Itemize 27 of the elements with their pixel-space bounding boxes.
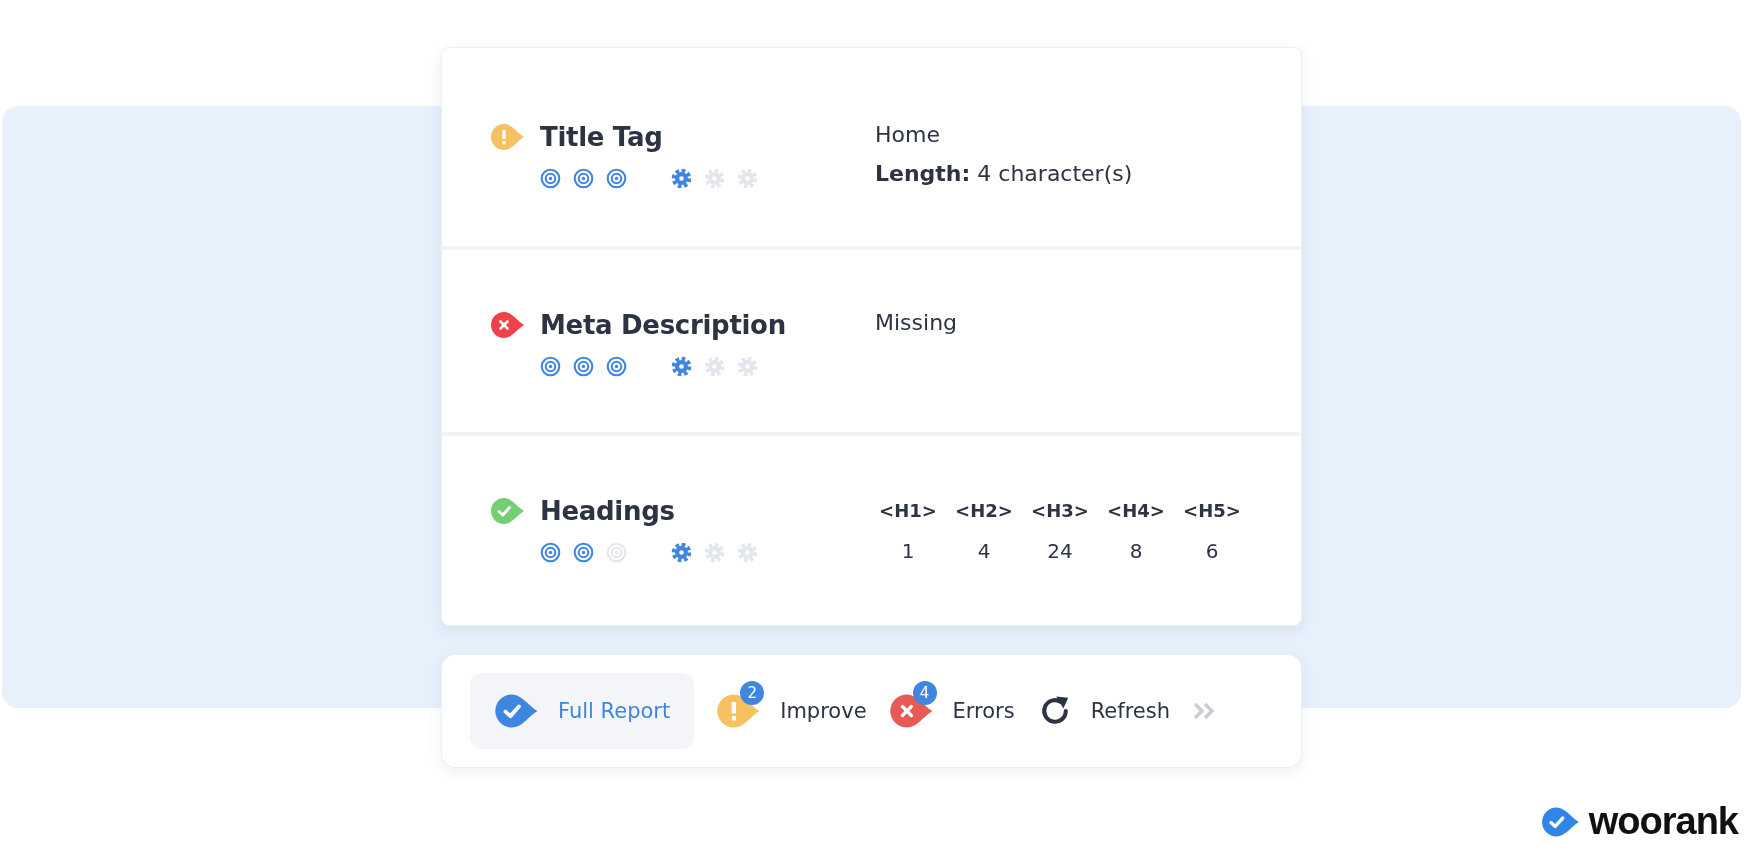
count-badge: 4 [912,681,937,705]
heading-count: 4 [977,539,991,563]
check-title: Title Tag [540,122,663,152]
toolbar-button[interactable]: Refresh [1036,673,1170,749]
warning-icon [490,123,526,151]
heading-label: <H5> [1183,500,1241,521]
count-badge: 2 [740,681,765,705]
check-title: Meta Description [540,310,786,340]
check-value: Missing [875,310,958,335]
logo-icon [1540,805,1581,838]
heading-label: <H4> [1107,500,1165,521]
check-title: Headings [540,496,675,526]
error-icon [490,311,526,339]
check-value: Length: 4 character(s) [875,161,1133,186]
check-value: Home [875,122,941,147]
heading-label: <H2> [955,500,1013,521]
heading-label: <H3> [1031,500,1089,521]
heading-count: 6 [1205,539,1219,563]
heading-count: 8 [1129,539,1143,563]
check-icon [490,497,526,525]
toolbar-button[interactable]: 2 Improve [716,673,867,749]
heading-label: <H1> [879,500,937,521]
heading-count: 1 [901,539,915,563]
logo-text: woorank [1588,800,1738,843]
heading-count: 24 [1047,539,1073,563]
toolbar-button[interactable]: 4 Errors [888,673,1015,749]
check-icon [494,693,540,729]
